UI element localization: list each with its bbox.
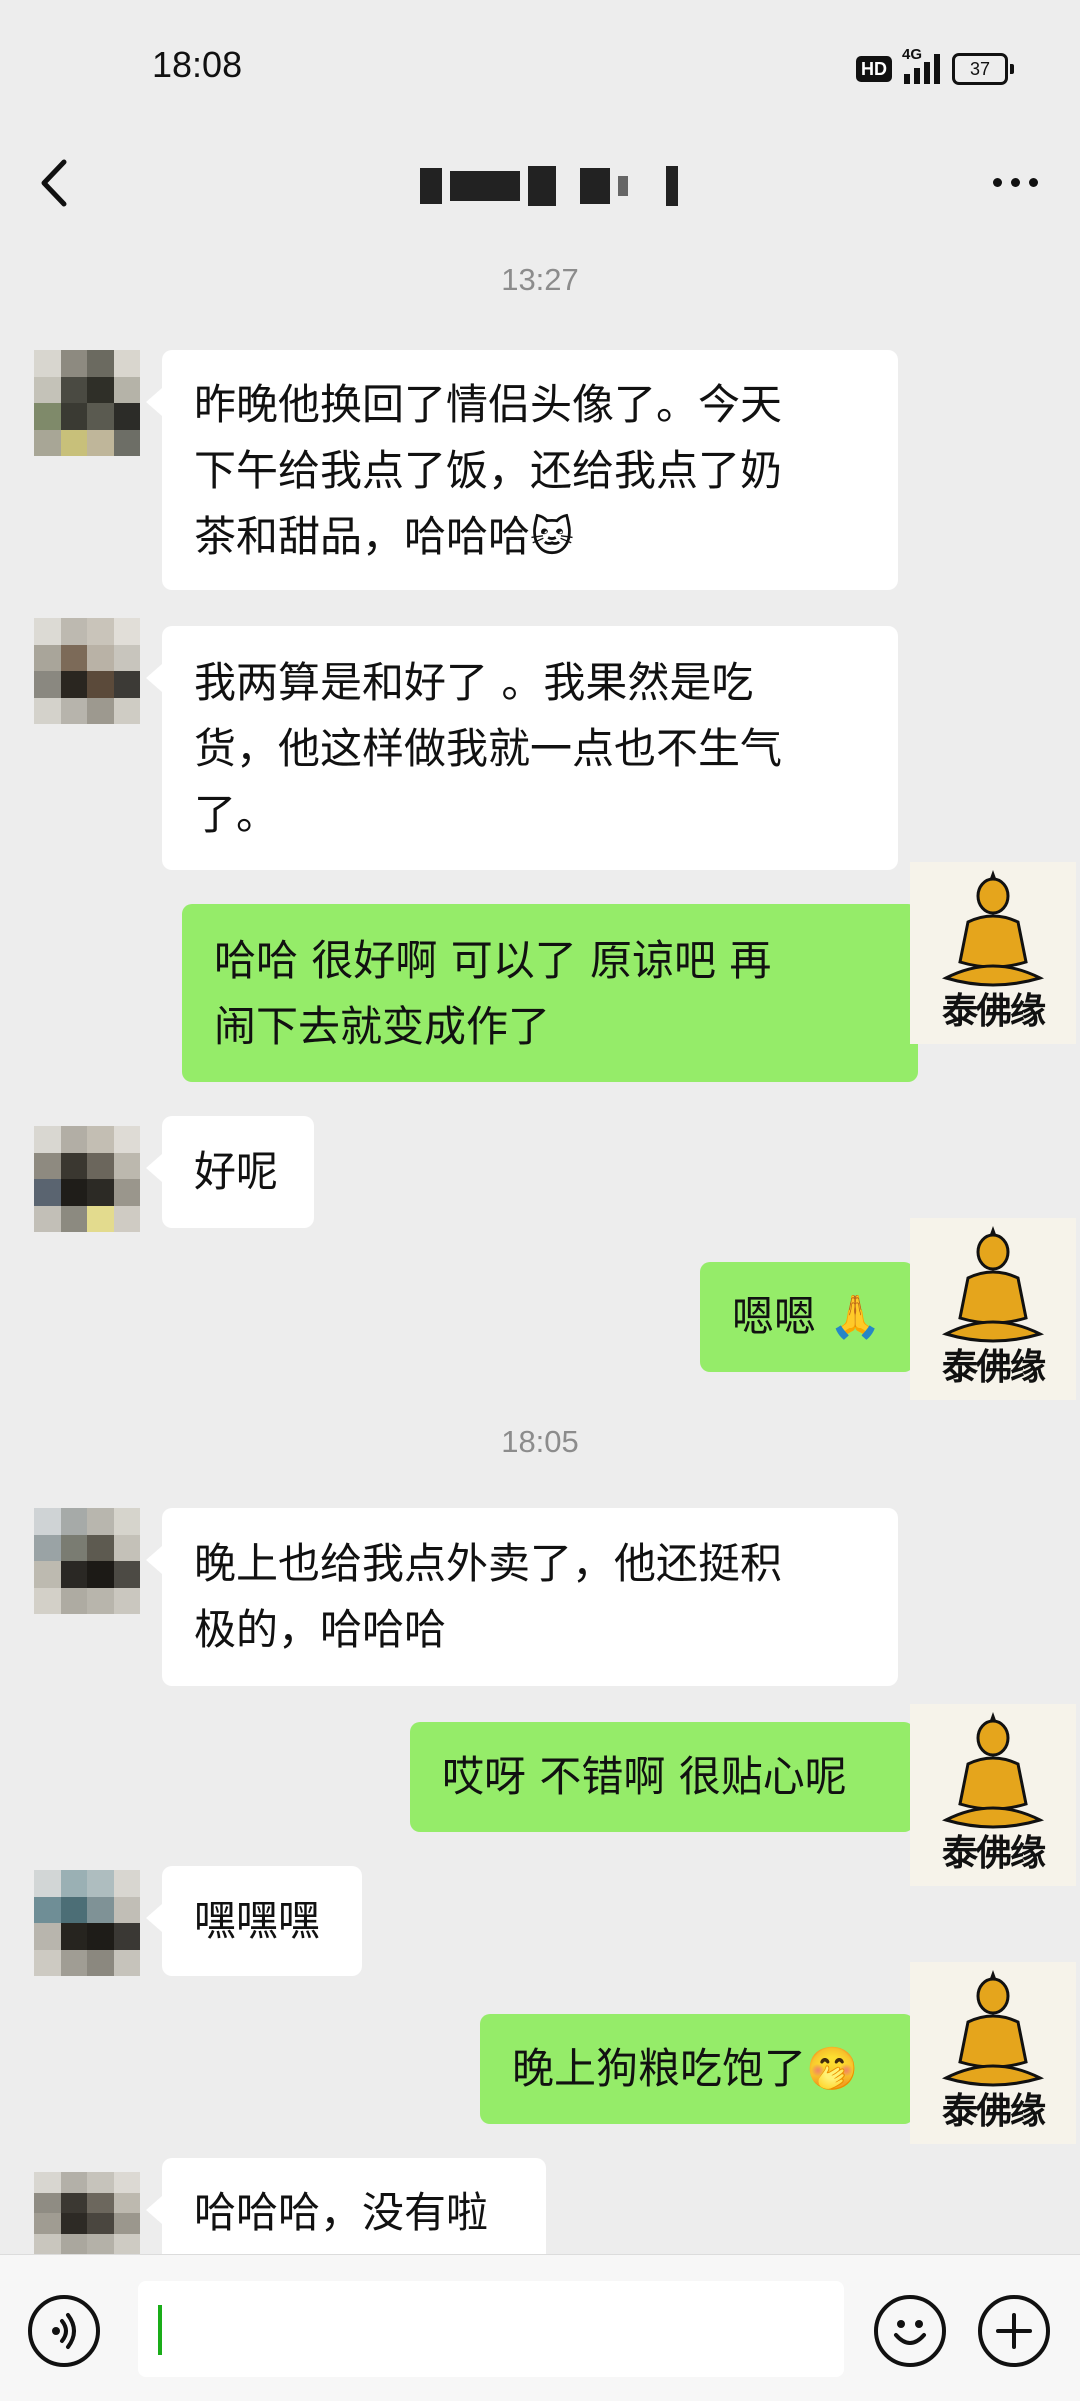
- avatar-caption: 泰佛缘: [941, 1833, 1046, 1874]
- hd-badge: HD: [856, 56, 892, 82]
- message-bubble-incoming[interactable]: 我两算是和好了 。我果然是吃 货，他这样做我就一点也不生气 了。: [146, 626, 898, 870]
- message-bubble-incoming[interactable]: 哈哈哈，没有啦: [146, 2158, 546, 2254]
- message-bubble-outgoing[interactable]: 晚上狗粮吃饱了🤭: [480, 2014, 930, 2124]
- message-bubble-incoming[interactable]: 昨晚他换回了情侣头像了。今天 下午给我点了饭，还给我点了奶 茶和甜品，哈哈哈🐱: [146, 350, 898, 590]
- my-avatar[interactable]: 泰佛缘: [910, 862, 1076, 1044]
- contact-avatar[interactable]: [34, 1870, 140, 1976]
- message-line: 哈哈哈，没有啦: [194, 2188, 489, 2237]
- message-line: 嗯嗯 🙏: [732, 1292, 882, 1341]
- message-bubble-incoming[interactable]: 晚上也给我点外卖了，他还挺积 极的，哈哈哈: [146, 1508, 898, 1686]
- message-bubble-incoming[interactable]: 好呢: [146, 1116, 314, 1228]
- contact-avatar[interactable]: [34, 1508, 140, 1614]
- my-avatar[interactable]: 泰佛缘: [910, 1218, 1076, 1400]
- plus-button[interactable]: [978, 2295, 1050, 2367]
- message-line: 昨晚他换回了情侣头像了。今天: [194, 380, 783, 429]
- battery-level: 37: [952, 53, 1008, 85]
- status-icons: HD 4G 37: [856, 46, 1014, 86]
- battery-icon: 37: [952, 53, 1014, 85]
- my-avatar[interactable]: 泰佛缘: [910, 1704, 1076, 1886]
- message-bubble-incoming[interactable]: 嘿嘿嘿: [146, 1866, 362, 1976]
- message-line: 晚上狗粮吃饱了🤭: [512, 2044, 859, 2093]
- chat-title-redacted: [420, 160, 690, 212]
- message-line: 茶和甜品，哈哈哈🐱: [194, 512, 574, 561]
- message-line: 货，他这样做我就一点也不生气: [194, 724, 783, 773]
- network-label: 4G: [902, 46, 923, 63]
- message-line: 哈哈 很好啊 可以了 原谅吧 再: [214, 936, 772, 985]
- message-line: 了。: [194, 790, 279, 839]
- status-bar: 18:08 HD 4G 37: [0, 0, 1080, 130]
- avatar-caption: 泰佛缘: [941, 991, 1046, 1032]
- voice-button[interactable]: [28, 2295, 100, 2367]
- back-button[interactable]: [26, 148, 86, 218]
- contact-avatar[interactable]: [34, 2172, 140, 2254]
- message-line: 好呢: [194, 1147, 279, 1196]
- contact-avatar[interactable]: [34, 350, 140, 456]
- status-time: 18:08: [152, 44, 243, 85]
- chevron-left-icon: [41, 159, 67, 207]
- message-input[interactable]: [138, 2281, 844, 2377]
- input-bar: [0, 2254, 1080, 2401]
- timestamp: 13:27: [501, 262, 579, 297]
- more-button[interactable]: [980, 152, 1050, 212]
- signal-icon: 4G: [902, 46, 940, 84]
- more-dots-icon: [992, 177, 1002, 187]
- message-line: 极的，哈哈哈: [194, 1605, 447, 1654]
- message-bubble-outgoing[interactable]: 哈哈 很好啊 可以了 原谅吧 再 闹下去就变成作了: [182, 904, 934, 1082]
- message-line: 闹下去就变成作了: [214, 1002, 551, 1051]
- plus-icon: [996, 2313, 1032, 2349]
- message-line: 哎呀 不错啊 很贴心呢: [442, 1752, 847, 1801]
- message-bubble-outgoing[interactable]: 哎呀 不错啊 很贴心呢: [410, 1722, 930, 1832]
- contact-avatar[interactable]: [34, 1126, 140, 1232]
- message-line: 嘿嘿嘿: [194, 1896, 321, 1945]
- my-avatar[interactable]: 泰佛缘: [910, 1962, 1076, 2144]
- message-line: 我两算是和好了 。我果然是吃: [194, 658, 754, 707]
- emoji-button[interactable]: [874, 2295, 946, 2367]
- message-bubble-outgoing[interactable]: 嗯嗯 🙏: [700, 1262, 930, 1372]
- timestamp: 18:05: [501, 1424, 579, 1459]
- avatar-caption: 泰佛缘: [941, 2091, 1046, 2132]
- avatar-caption: 泰佛缘: [941, 1347, 1046, 1388]
- emoji-icon: [894, 2320, 926, 2345]
- chat-header: [0, 130, 1080, 240]
- text-cursor: [158, 2305, 162, 2355]
- message-line: 下午给我点了饭，还给我点了奶: [194, 446, 783, 495]
- message-line: 晚上也给我点外卖了，他还挺积: [194, 1539, 783, 1588]
- contact-avatar[interactable]: [34, 618, 140, 724]
- voice-icon: [52, 2313, 76, 2349]
